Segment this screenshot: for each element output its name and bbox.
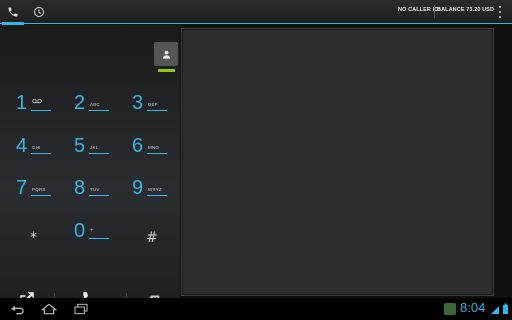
- key-digit: 3: [132, 92, 144, 114]
- home-button[interactable]: [40, 302, 58, 316]
- system-navbar: 8:04: [0, 298, 512, 320]
- topbar-divider: [434, 5, 435, 19]
- key-digit: 7: [16, 177, 28, 199]
- key-letters: TUV: [90, 187, 100, 192]
- key-digit: 9: [132, 177, 144, 199]
- clock-icon: [34, 7, 44, 17]
- key-underline: [31, 153, 51, 154]
- key-underline: [147, 195, 167, 196]
- action-bar: NO CALLER ID! BALANCE 73.20 USD: [0, 0, 512, 25]
- key-4[interactable]: 4 GHI: [4, 133, 60, 169]
- key-underline: [89, 153, 109, 154]
- recent-apps-icon: [74, 303, 88, 315]
- key-3[interactable]: 3 DEF: [120, 90, 176, 126]
- app-notification-icon[interactable]: [444, 303, 456, 315]
- key-digit: 0: [74, 220, 86, 242]
- key-5[interactable]: 5 JKL: [62, 133, 118, 169]
- back-icon: [11, 305, 24, 315]
- key-8[interactable]: 8 TUV: [62, 175, 118, 211]
- key-letters: WXYZ: [148, 187, 162, 192]
- home-icon: [41, 303, 57, 315]
- key-underline: [31, 110, 51, 111]
- details-panel: [181, 28, 494, 296]
- key-2[interactable]: 2 ABC: [62, 90, 118, 126]
- key-underline: [89, 238, 109, 239]
- key-letters: DEF: [148, 102, 158, 107]
- wifi-battery-icon: [491, 303, 508, 314]
- key-letters: GHI: [32, 145, 41, 150]
- back-button[interactable]: [8, 302, 26, 316]
- tab-dialpad[interactable]: [0, 0, 26, 25]
- key-digit: 4: [16, 135, 28, 157]
- recent-apps-button[interactable]: [72, 302, 90, 316]
- key-digit: #: [146, 230, 158, 246]
- key-digit: *: [30, 230, 37, 246]
- key-9[interactable]: 9 WXYZ: [120, 175, 176, 211]
- key-letters: ABC: [90, 102, 100, 107]
- key-1[interactable]: 1: [4, 90, 60, 126]
- key-underline: [89, 110, 109, 111]
- key-digit: 5: [74, 135, 86, 157]
- contact-status-bar: [158, 69, 175, 72]
- contact-picker-button[interactable]: [154, 42, 178, 66]
- key-underline: [89, 195, 109, 196]
- key-digit: 6: [132, 135, 144, 157]
- key-letters: MNO: [148, 145, 160, 150]
- key-letters: JKL: [90, 145, 99, 150]
- balance-label[interactable]: BALANCE 73.20 USD: [437, 7, 494, 13]
- status-clock[interactable]: 8:04: [460, 300, 485, 315]
- key-7[interactable]: 7 PQRS: [4, 175, 60, 211]
- phone-icon: [8, 7, 18, 17]
- key-letters: +: [90, 228, 94, 234]
- key-digit: 2: [74, 92, 86, 114]
- dialpad-panel: 1 2 ABC 3 DEF 4 GHI 5 JKL 6 MNO 7 PQRS 8…: [0, 25, 180, 307]
- key-0[interactable]: 0 +: [62, 218, 118, 254]
- key-digit: 1: [16, 92, 28, 114]
- key-underline: [147, 153, 167, 154]
- key-6[interactable]: 6 MNO: [120, 133, 176, 169]
- voicemail-icon: [32, 98, 42, 104]
- key-letters: PQRS: [32, 187, 46, 192]
- contact-icon: [162, 50, 170, 59]
- tab-call-log[interactable]: [26, 0, 52, 24]
- key-underline: [147, 110, 167, 111]
- overflow-menu-icon[interactable]: [496, 5, 504, 19]
- key-star[interactable]: *: [4, 218, 60, 254]
- key-underline: [31, 195, 51, 196]
- key-hash[interactable]: #: [120, 218, 176, 254]
- key-digit: 8: [74, 177, 86, 199]
